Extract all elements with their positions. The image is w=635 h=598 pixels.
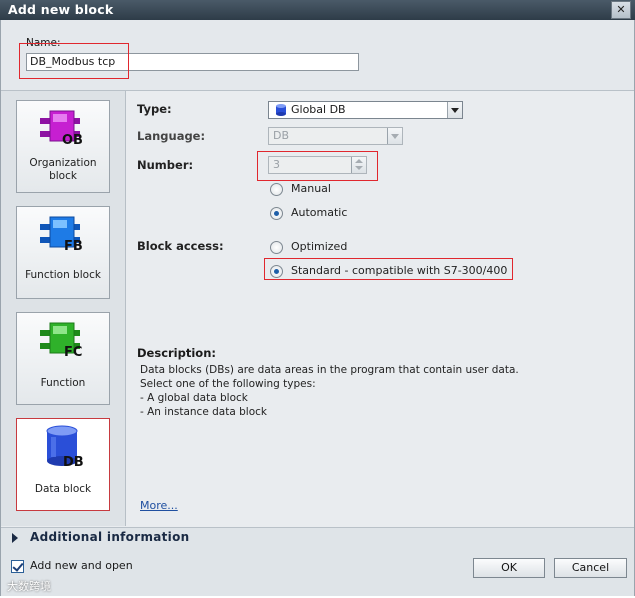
fb-code: FB (64, 239, 83, 254)
number-label: Number: (137, 158, 194, 172)
type-dropdown[interactable]: Global DB (268, 101, 463, 119)
description-title: Description: (137, 346, 216, 360)
language-dropdown: DB (268, 127, 403, 145)
name-highlight-box (19, 43, 129, 79)
watermark-text: 大数跨境 (7, 580, 51, 593)
language-value: DB (273, 129, 290, 142)
language-label: Language: (137, 129, 206, 143)
function-label: Function (40, 377, 86, 389)
description-line-1: Data blocks (DBs) are data areas in the … (140, 364, 519, 376)
name-section: Name: DB_Modbus tcp (1, 20, 634, 90)
add-new-and-open-checkbox[interactable] (11, 560, 24, 573)
organization-block-label-2: block (49, 170, 77, 182)
function-block-button[interactable]: FB Function block (16, 206, 110, 299)
description-line-3: - A global data block (140, 392, 248, 404)
global-db-icon (276, 104, 286, 116)
block-type-panel: OB Organization block FB Function block (1, 91, 126, 526)
language-dropdown-arrow-icon (387, 128, 402, 144)
type-dropdown-arrow-icon[interactable] (447, 102, 462, 118)
more-link[interactable]: More... (140, 499, 178, 512)
function-block-label: Function block (25, 269, 101, 281)
description-line-2: Select one of the following types: (140, 378, 316, 390)
automatic-radio[interactable] (270, 207, 283, 220)
organization-block-button[interactable]: OB Organization block (16, 100, 110, 193)
organization-block-label-1: Organization (29, 157, 97, 169)
description-text: Data blocks (DBs) are data areas in the … (140, 363, 519, 419)
db-code: DB (63, 455, 84, 470)
optimized-radio[interactable] (270, 241, 283, 254)
number-highlight-box (257, 151, 378, 181)
cancel-button[interactable]: Cancel (554, 558, 627, 578)
type-label: Type: (137, 102, 172, 116)
manual-radio[interactable] (270, 183, 283, 196)
additional-information-section[interactable]: Additional information (1, 527, 634, 549)
ok-button[interactable]: OK (473, 558, 545, 578)
block-settings-panel: Type: Global DB Language: DB Number: 3 M… (126, 91, 634, 526)
add-new-and-open-label: Add new and open (30, 559, 133, 572)
expand-arrow-icon[interactable] (12, 533, 18, 543)
main-area: OB Organization block FB Function block (1, 90, 634, 527)
manual-label: Manual (291, 182, 331, 195)
function-button[interactable]: FC Function (16, 312, 110, 405)
standard-highlight-box (264, 258, 513, 280)
organization-block-icon (40, 110, 80, 142)
additional-information-label: Additional information (30, 530, 190, 544)
block-access-label: Block access: (137, 239, 224, 253)
title-bar: Add new block ✕ (0, 0, 635, 20)
function-block-icon (40, 216, 80, 248)
function-icon (40, 322, 80, 354)
type-value: Global DB (291, 103, 346, 116)
description-line-4: - An instance data block (140, 406, 267, 418)
add-new-block-dialog: Name: DB_Modbus tcp OB Organization bloc… (0, 20, 635, 596)
ob-code: OB (62, 133, 83, 148)
window-title: Add new block (8, 2, 114, 17)
fc-code: FC (64, 345, 83, 360)
dialog-footer: Add new and open 大数跨境 OK Cancel (1, 548, 634, 596)
data-block-button[interactable]: DB Data block (16, 418, 110, 511)
data-block-label: Data block (34, 483, 92, 495)
optimized-label: Optimized (291, 240, 348, 253)
close-button[interactable]: ✕ (611, 1, 631, 19)
automatic-label: Automatic (291, 206, 348, 219)
